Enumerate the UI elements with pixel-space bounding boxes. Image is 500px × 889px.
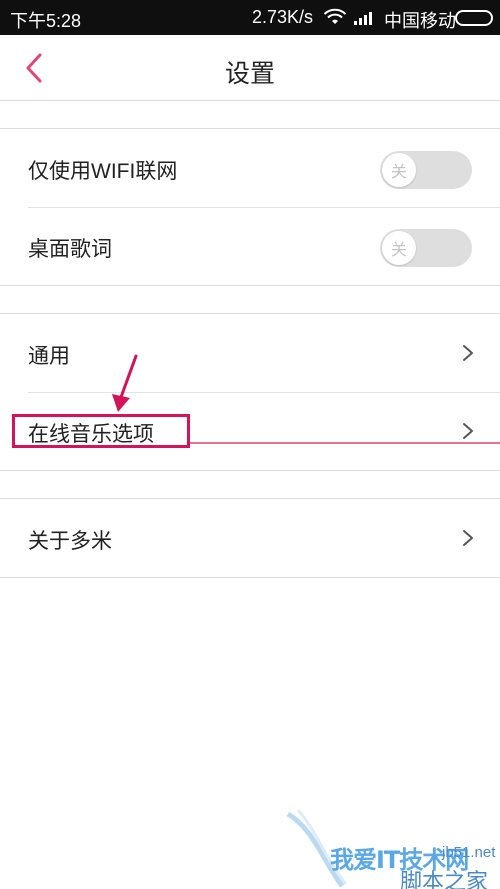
toggle-knob: 关 [382,153,416,187]
settings-section-general: 通用 在线音乐选项 [0,313,500,471]
settings-row-general[interactable]: 通用 [0,314,500,392]
wifi-only-toggle[interactable]: 关 [380,151,472,189]
app-header: 设置 [0,35,500,101]
row-label: 关于多米 [28,530,112,553]
wifi-icon [323,8,347,24]
status-bar: 下午5:28 2.73K/s 中国移动 [0,0,500,35]
settings-row-online-music[interactable]: 在线音乐选项 [0,392,500,470]
desktop-lyrics-toggle[interactable]: 关 [380,229,472,267]
watermark: 我爱IT技术网 jb51.net 脚本之家 [282,808,500,889]
row-label: 在线音乐选项 [28,423,154,446]
row-label: 桌面歌词 [28,238,112,261]
chevron-right-icon [463,345,473,361]
status-time: 下午5:28 [10,11,82,31]
signal-icon [354,12,372,25]
settings-row-desktop-lyrics[interactable]: 桌面歌词 关 [0,207,500,285]
settings-section-about: 关于多米 [0,498,500,578]
toggle-knob: 关 [382,231,416,265]
settings-section-network: 仅使用WIFI联网 关 桌面歌词 关 [0,128,500,286]
battery-icon [455,10,493,26]
chevron-right-icon [463,423,473,439]
watermark-swoosh-icon [286,808,348,888]
network-speed: 2.73K/s [252,7,314,27]
settings-row-about[interactable]: 关于多米 [0,499,500,577]
row-label: 仅使用WIFI联网 [28,160,178,183]
watermark-text-main: 我爱IT技术网 [330,846,469,874]
page-title: 设置 [224,60,275,88]
watermark-text-site: 脚本之家 [400,869,489,889]
chevron-right-icon [463,530,473,546]
watermark-text-url: jb51.net [442,844,496,861]
carrier-name: 中国移动 [384,11,456,31]
row-label: 通用 [28,345,70,368]
settings-row-wifi-only[interactable]: 仅使用WIFI联网 关 [0,129,500,207]
